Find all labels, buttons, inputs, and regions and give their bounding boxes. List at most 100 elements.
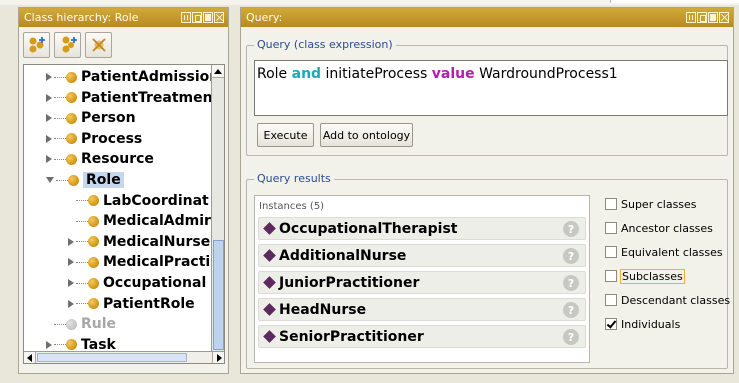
tree-connector [76, 303, 88, 305]
add-subclass-button[interactable] [23, 32, 50, 58]
option-checkbox[interactable] [605, 246, 617, 258]
explain-icon[interactable]: ? [563, 302, 579, 318]
tree-horizontal-scrollbar[interactable] [24, 351, 224, 363]
class-hierarchy-title: Class hierarchy: Role [24, 11, 139, 24]
tree-node-label: Process [81, 130, 143, 147]
pane-controls [686, 12, 729, 23]
tree-node[interactable]: Person [46, 108, 136, 128]
result-row[interactable]: AdditionalNurse? [258, 244, 586, 267]
result-row[interactable]: JuniorPractitioner? [258, 271, 586, 294]
delete-class-button[interactable] [85, 32, 112, 58]
result-option[interactable]: Descendant classes [605, 292, 730, 308]
vertical-scroll-thumb[interactable] [213, 240, 224, 350]
tree-connector [54, 344, 66, 346]
expand-arrow-icon[interactable] [46, 93, 52, 102]
close-icon[interactable] [214, 12, 224, 23]
tree-node-label: Person [81, 110, 136, 127]
pin-icon[interactable] [686, 12, 696, 23]
query-title: Query: [246, 11, 283, 24]
expr-part-class: Role [257, 66, 292, 82]
expand-arrow-icon[interactable] [68, 279, 74, 287]
tree-node[interactable]: Rule [46, 314, 116, 334]
execute-button[interactable]: Execute [257, 123, 314, 147]
class-icon [88, 236, 99, 248]
result-option[interactable]: Ancestor classes [605, 220, 713, 236]
tree-node[interactable]: MedicalPracti [68, 252, 210, 272]
option-checkbox[interactable] [605, 270, 617, 282]
class-hierarchy-toolbar [23, 32, 112, 58]
option-label: Individuals [621, 317, 681, 331]
result-option[interactable]: Individuals [605, 316, 680, 332]
tree-node[interactable]: Role [46, 170, 124, 190]
tree-node[interactable]: Occupational [68, 273, 206, 293]
result-option[interactable]: Equivalent classes [605, 244, 723, 260]
scroll-up-arrow[interactable] [212, 65, 224, 78]
class-icon [88, 195, 99, 207]
tree-node[interactable]: Process [46, 129, 142, 149]
tree-node-label: Resource [81, 151, 154, 168]
result-option[interactable]: Super classes [605, 196, 697, 212]
tree-node[interactable]: MedicalAdmir [68, 211, 211, 231]
class-hierarchy-titlebar: Class hierarchy: Role [19, 8, 228, 27]
tree-connector [54, 323, 66, 325]
class-expression-editor[interactable]: Role and initiateProcess value Wardround… [254, 60, 728, 116]
add-to-ontology-button[interactable]: Add to ontology [320, 123, 413, 147]
tree-node[interactable]: LabCoordinat [68, 191, 209, 211]
option-checkbox[interactable] [605, 222, 617, 234]
collapse-arrow-icon[interactable] [46, 177, 54, 183]
top-tab[interactable] [610, 0, 739, 3]
option-checkbox[interactable] [605, 318, 617, 330]
class-hierarchy-pane: Class hierarchy: Role PatientAdmission P… [18, 7, 229, 374]
add-sibling-button[interactable] [54, 32, 81, 58]
maximize-icon[interactable] [708, 12, 718, 23]
horizontal-scroll-thumb[interactable] [37, 353, 187, 362]
tree-node[interactable]: Resource [46, 149, 154, 169]
scroll-right-arrow[interactable] [212, 352, 224, 363]
class-icon [88, 277, 99, 289]
expand-arrow-icon[interactable] [68, 299, 74, 308]
tree-node-label: MedicalAdmir [103, 213, 211, 230]
explain-icon[interactable]: ? [563, 248, 579, 264]
keyword-and: and [291, 66, 322, 82]
restore-icon[interactable] [697, 12, 707, 23]
restore-icon[interactable] [192, 12, 202, 23]
explain-icon[interactable]: ? [563, 275, 579, 291]
pin-icon[interactable] [181, 12, 191, 23]
expand-arrow-icon[interactable] [46, 134, 52, 143]
tree-connector [76, 261, 88, 263]
expand-arrow-icon[interactable] [46, 340, 52, 349]
result-name: HeadNurse [279, 301, 367, 318]
class-icon [88, 298, 99, 310]
tree-node[interactable]: PatientAdmission [46, 67, 219, 87]
option-checkbox[interactable] [605, 198, 617, 210]
expand-arrow-icon[interactable] [68, 258, 74, 267]
close-icon[interactable] [719, 12, 729, 23]
tree-connector [54, 97, 66, 99]
expand-arrow-icon[interactable] [46, 73, 52, 81]
explain-icon[interactable]: ? [563, 329, 579, 345]
class-icon [68, 174, 79, 186]
tree-node[interactable]: MedicalNurse [68, 232, 210, 252]
result-option[interactable]: Subclasses [605, 268, 685, 284]
explain-icon[interactable]: ? [563, 221, 579, 237]
expr-part-property: initiateProcess [321, 66, 432, 82]
instances-header: Instances (5) [259, 201, 325, 212]
tree-vertical-scrollbar[interactable] [211, 65, 224, 352]
add-sibling-icon [62, 36, 77, 53]
scroll-left-arrow[interactable] [24, 352, 36, 363]
result-row[interactable]: SeniorPractitioner? [258, 325, 586, 348]
expand-arrow-icon[interactable] [46, 155, 52, 164]
expand-arrow-icon[interactable] [68, 237, 74, 246]
tree-node[interactable]: PatientTreatmen [46, 88, 213, 108]
expand-arrow-icon[interactable] [46, 114, 52, 123]
tree-node[interactable]: PatientRole [68, 294, 195, 314]
class-icon [66, 318, 77, 330]
class-tree[interactable]: PatientAdmission PatientTreatmen Person Pro… [23, 64, 225, 364]
tree-node-label: Rule [81, 316, 117, 333]
option-checkbox[interactable] [605, 294, 617, 306]
result-row[interactable]: OccupationalTherapist? [258, 217, 586, 240]
option-label: Subclasses [620, 268, 685, 284]
result-name: JuniorPractitioner [279, 274, 420, 291]
maximize-icon[interactable] [203, 12, 213, 23]
result-row[interactable]: HeadNurse? [258, 298, 586, 321]
